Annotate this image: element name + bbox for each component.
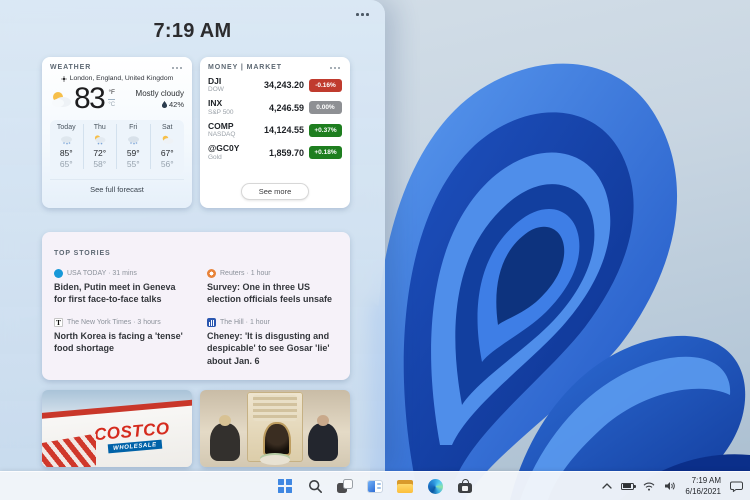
- wifi-arcs-icon: [643, 482, 655, 491]
- news-image-meeting[interactable]: [200, 390, 350, 467]
- market-row-comp[interactable]: COMPNASDAQ 14,124.55 +0.37%: [208, 122, 342, 138]
- story-meta: The Hill · 1 hour: [220, 319, 270, 326]
- chevron-up-icon: [602, 483, 612, 489]
- start-button[interactable]: [276, 477, 294, 495]
- edge-button[interactable]: [426, 477, 444, 495]
- person-left: [210, 423, 240, 461]
- search-icon: [308, 479, 323, 494]
- story-meta: The New York Times · 3 hours: [67, 319, 161, 326]
- store-bag-icon: [458, 479, 472, 493]
- story-thehill[interactable]: The Hill · 1 hour Cheney: 'It is disgust…: [207, 318, 338, 366]
- market-widget[interactable]: MONEY | MARKET DJIDOW 34,243.20 -0.16% I…: [200, 57, 350, 208]
- notifications-button[interactable]: [730, 481, 743, 492]
- taskbar: 7:19 AM 6/16/2021: [0, 471, 750, 500]
- market-row-gold[interactable]: @GC0YGold 1,859.70 +0.18%: [208, 144, 342, 160]
- story-nyt[interactable]: T The New York Times · 3 hours North Kor…: [54, 318, 185, 366]
- speaker-icon: [664, 481, 676, 491]
- forecast-day-today[interactable]: Today 85° 65°: [50, 124, 84, 169]
- market-row-inx[interactable]: INXS&P 500 4,246.59 0.00%: [208, 99, 342, 115]
- weather-location: London, England, United Kingdom: [70, 75, 174, 82]
- weather-widget[interactable]: WEATHER London, England, United Kingdom: [42, 57, 192, 208]
- microsoft-store-button[interactable]: [456, 477, 474, 495]
- weather-title: WEATHER: [50, 64, 91, 71]
- change-badge: +0.18%: [309, 146, 342, 159]
- widgets-panel: 7:19 AM WEATHER London, England, Unit: [0, 0, 385, 472]
- coffee-table: [260, 455, 290, 465]
- volume-icon[interactable]: [664, 481, 676, 491]
- story-headline: North Korea is facing a 'tense' food sho…: [54, 330, 185, 354]
- rain-cloud-icon: [127, 135, 140, 145]
- forecast-strip: Today 85° 65° Thu 72° 58° Fri: [50, 120, 184, 174]
- story-meta: Reuters · 1 hour: [220, 270, 271, 277]
- story-usatoday[interactable]: USA TODAY · 31 mins Biden, Putin meet in…: [54, 269, 185, 305]
- raindrop-icon: [162, 101, 167, 108]
- weather-more-icon[interactable]: [170, 65, 184, 71]
- edge-icon: [428, 479, 443, 494]
- the-hill-logo-icon: [207, 318, 216, 327]
- market-title: MONEY | MARKET: [208, 64, 282, 71]
- top-stories-widget[interactable]: TOP STORIES USA TODAY · 31 mins Biden, P…: [42, 232, 350, 380]
- tray-clock[interactable]: 7:19 AM 6/16/2021: [685, 475, 721, 497]
- search-button[interactable]: [306, 477, 324, 495]
- desktop: 7:19 AM WEATHER London, England, Unit: [0, 0, 750, 500]
- folder-icon: [397, 480, 413, 493]
- precipitation-value: 42%: [169, 100, 184, 109]
- news-image-costco[interactable]: COSTCO WHOLESALE: [42, 390, 192, 467]
- tray-date: 6/16/2021: [685, 486, 721, 497]
- sun-cloud-icon: [161, 135, 174, 145]
- change-badge: 0.00%: [309, 101, 342, 114]
- hidden-icons-chevron[interactable]: [602, 483, 612, 489]
- widgets-icon: [367, 480, 383, 493]
- wifi-icon[interactable]: [643, 482, 655, 491]
- story-headline: Cheney: 'It is disgusting and despicable…: [207, 330, 338, 366]
- widgets-button[interactable]: [366, 477, 384, 495]
- widgets-more-icon[interactable]: [356, 13, 369, 16]
- partly-sunny-icon: [50, 90, 74, 108]
- market-row-dji[interactable]: DJIDOW 34,243.20 -0.16%: [208, 77, 342, 93]
- notification-bubble-icon: [730, 481, 743, 492]
- story-headline: Biden, Putin meet in Geneva for first fa…: [54, 281, 185, 305]
- reuters-logo-icon: [207, 269, 216, 278]
- fireplace: [247, 392, 303, 462]
- market-more-icon[interactable]: [328, 65, 342, 71]
- forecast-day-thu[interactable]: Thu 72° 58°: [84, 124, 118, 169]
- usa-today-logo-icon: [54, 269, 63, 278]
- see-full-forecast-link[interactable]: See full forecast: [50, 179, 184, 194]
- unit-toggle[interactable]: °F °C: [108, 90, 115, 108]
- battery-icon[interactable]: [621, 483, 634, 490]
- rain-cloud-icon: [60, 135, 73, 145]
- forecast-day-fri[interactable]: Fri 59° 55°: [117, 124, 151, 169]
- change-badge: +0.37%: [309, 124, 342, 137]
- weather-condition: Mostly cloudy: [136, 89, 184, 98]
- story-meta: USA TODAY · 31 mins: [67, 270, 137, 277]
- task-view-button[interactable]: [336, 477, 354, 495]
- tray-time: 7:19 AM: [685, 475, 721, 486]
- windows-logo-icon: [278, 479, 293, 494]
- task-view-icon: [337, 479, 353, 493]
- sun-rain-icon: [93, 135, 106, 145]
- widgets-body: WEATHER London, England, United Kingdom: [42, 57, 350, 467]
- forecast-day-sat[interactable]: Sat 67° 56°: [151, 124, 185, 169]
- location-pin-icon: [61, 76, 67, 82]
- story-reuters[interactable]: Reuters · 1 hour Survey: One in three US…: [207, 269, 338, 305]
- see-more-button[interactable]: See more: [241, 183, 310, 200]
- top-stories-title: TOP STORIES: [54, 250, 111, 257]
- story-headline: Survey: One in three US election officia…: [207, 281, 338, 305]
- nyt-logo-icon: T: [54, 318, 63, 327]
- current-temperature: 83: [74, 84, 104, 114]
- file-explorer-button[interactable]: [396, 477, 414, 495]
- windows-bloom-graphic: [370, 0, 750, 500]
- person-right: [308, 423, 338, 461]
- widgets-clock: 7:19 AM: [0, 20, 385, 43]
- change-badge: -0.16%: [309, 79, 342, 92]
